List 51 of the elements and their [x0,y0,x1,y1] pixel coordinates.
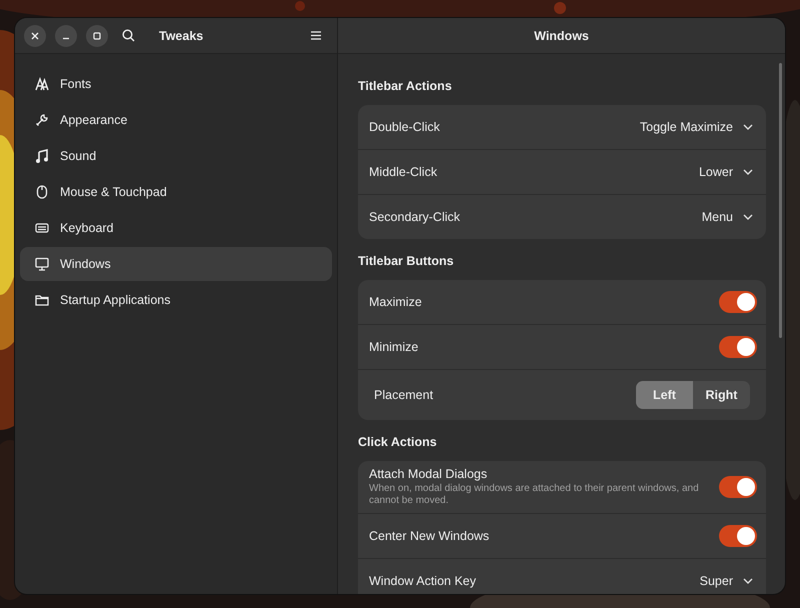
chevron-down-icon [743,124,753,130]
sidebar-item[interactable]: Mouse & Touchpad [20,175,332,209]
maximize-button[interactable] [86,24,108,46]
row-label: Center New Windows [369,529,490,543]
segment-button[interactable]: Right [693,381,750,409]
segment-button[interactable]: Left [636,381,693,409]
dropdown-value[interactable]: Menu [702,210,733,224]
close-icon [31,32,39,40]
wrench-icon [35,113,49,127]
sidebar-item[interactable]: Sound [20,139,332,173]
maximize-icon [93,32,101,40]
dropdown-value[interactable]: Super [700,574,733,588]
row-description: When on, modal dialog windows are attached to their parent windows, and cannot be moved. [369,483,699,507]
dropdown-value[interactable]: Toggle Maximize [640,120,733,134]
section-heading: Click Actions [358,434,438,451]
sidebar-item[interactable]: Startup Applications [20,283,332,317]
sidebar-item[interactable]: Fonts [20,67,332,101]
window-title: Tweaks [159,28,204,42]
font-icon [35,77,49,91]
search-icon [122,29,134,42]
toggle-switch[interactable] [719,336,757,358]
scrollbar[interactable] [779,63,782,338]
close-button[interactable] [24,24,46,46]
row-label: Minimize [369,340,420,354]
row-label: Placement [374,388,434,402]
row-label: Window Action Key [369,574,477,588]
menu-icon [311,31,321,40]
folder-icon [35,294,49,306]
mouse-icon [36,185,48,199]
sidebar-item[interactable]: Windows [20,247,332,281]
row-label: Secondary-Click [369,210,462,224]
section-heading: Titlebar Actions [358,78,453,95]
row-label: Double-Click [369,120,441,134]
sidebar-item[interactable]: Keyboard [20,211,332,245]
music-note-icon [35,149,49,163]
minimize-button[interactable] [55,24,77,46]
chevron-down-icon [743,169,753,175]
row-label: Maximize [369,295,423,309]
monitor-icon [35,257,49,271]
toggle-switch[interactable] [719,291,757,313]
toggle-switch[interactable] [719,525,757,547]
row-label: Middle-Click [369,165,438,179]
chevron-down-icon [743,214,753,220]
chevron-down-icon [743,578,753,584]
row-label: Attach Modal Dialogs [369,467,488,481]
pane-title: Windows [534,28,589,42]
sidebar-item[interactable]: Appearance [20,103,332,137]
section-heading: Titlebar Buttons [358,253,455,270]
toggle-switch[interactable] [719,476,757,498]
dropdown-value[interactable]: Lower [698,165,733,179]
keyboard-icon [35,222,49,234]
